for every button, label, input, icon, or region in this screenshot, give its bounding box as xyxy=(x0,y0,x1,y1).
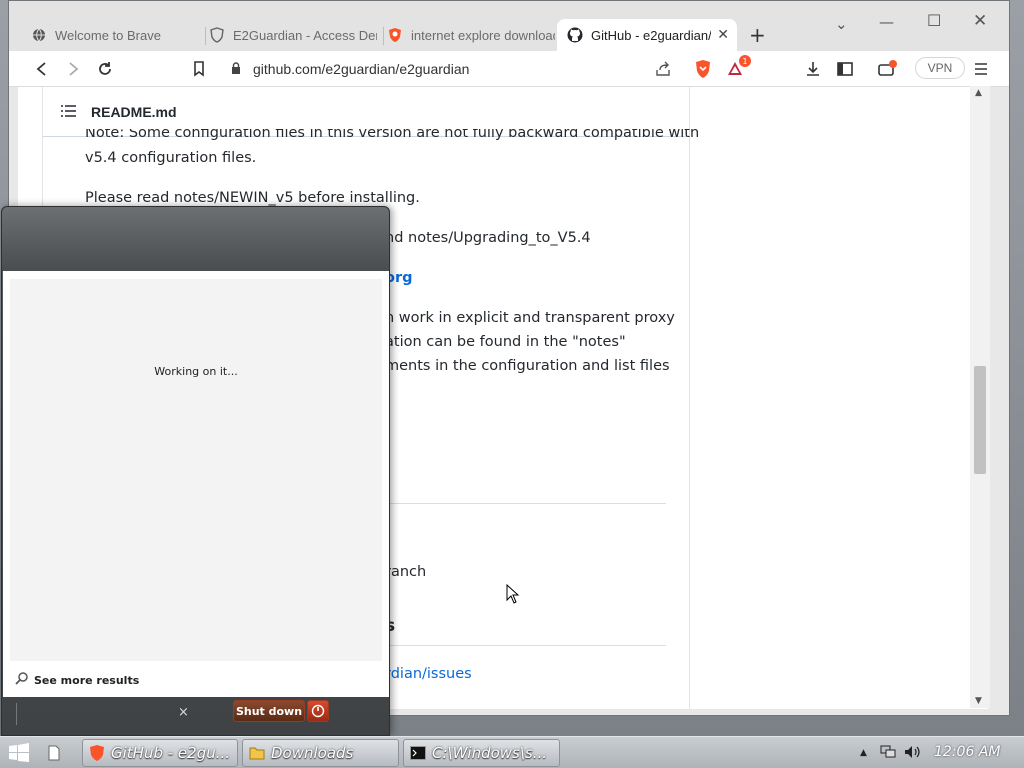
maximize-button[interactable]: ☐ xyxy=(927,11,941,30)
clear-search-button[interactable]: × xyxy=(178,705,189,720)
start-button-windows-icon[interactable] xyxy=(8,743,30,763)
folder-icon xyxy=(249,745,265,761)
readme-paragraph: v5.4 configuration files. xyxy=(85,150,257,166)
forward-button[interactable] xyxy=(63,59,83,79)
sidebar-icon[interactable] xyxy=(835,59,855,79)
downloads-icon[interactable] xyxy=(803,59,823,79)
brave-rewards-icon[interactable]: 1 xyxy=(727,55,751,79)
tab-search-chevron-icon[interactable]: ⌄ xyxy=(835,15,848,33)
tab-internet-explore[interactable]: internet explore download xyxy=(377,19,555,51)
search-status-text: Working on it... xyxy=(154,365,238,378)
globe-icon xyxy=(31,27,47,43)
readme-title: README.md xyxy=(91,103,177,120)
mouse-cursor-icon xyxy=(506,584,520,604)
address-bar[interactable]: github.com/e2guardian/e2guardian xyxy=(221,55,683,83)
readme-paragraph: ation can be found in the "notes" xyxy=(385,334,626,350)
tab-welcome[interactable]: Welcome to Brave xyxy=(21,19,201,51)
reload-button[interactable] xyxy=(95,59,115,79)
bookmark-button[interactable] xyxy=(189,59,209,79)
taskbar-item-github[interactable]: GitHub - e2gu... xyxy=(82,739,238,767)
rewards-badge: 1 xyxy=(739,55,751,67)
taskbar: GitHub - e2gu... Downloads C:\Windows\s.… xyxy=(0,736,1024,768)
tab-label: GitHub - e2guardian/e2guardian xyxy=(591,27,711,43)
system-clock[interactable]: 12:06 AM xyxy=(934,744,1000,760)
github-icon xyxy=(567,27,583,43)
shutdown-button[interactable]: Shut down xyxy=(233,700,305,722)
readme-paragraph: ments in the configuration and list file… xyxy=(385,358,670,374)
show-desktop-icon[interactable] xyxy=(48,739,60,767)
power-options-icon[interactable] xyxy=(307,700,329,722)
start-search-row: × Shut down xyxy=(2,697,389,737)
taskbar-item-cmd[interactable]: C:\Windows\s... xyxy=(403,739,560,767)
scrollbar-thumb[interactable] xyxy=(974,366,986,474)
vpn-button[interactable]: VPN xyxy=(915,57,965,79)
taskbar-item-label: GitHub - e2gu... xyxy=(111,744,231,762)
show-hidden-icons-arrow[interactable]: ▲ xyxy=(860,748,867,758)
results-area: Working on it... xyxy=(10,279,382,661)
start-menu: Working on it... See more results × Shut… xyxy=(1,206,390,736)
see-more-label: See more results xyxy=(34,673,140,687)
start-menu-header xyxy=(2,207,389,271)
taskbar-item-label: Downloads xyxy=(271,744,354,762)
network-icon[interactable] xyxy=(880,745,896,763)
volume-icon[interactable] xyxy=(904,745,922,763)
readme-paragraph: ranch xyxy=(385,564,427,580)
wallet-icon[interactable] xyxy=(877,59,897,79)
back-button[interactable] xyxy=(31,59,51,79)
start-search-input[interactable] xyxy=(16,703,198,725)
readme-paragraph: nd notes/Upgrading_to_V5.4 xyxy=(385,230,591,246)
brave-icon xyxy=(89,745,105,761)
tab-github-active[interactable]: GitHub - e2guardian/e2guardian ✕ xyxy=(557,19,737,51)
brave-search-icon xyxy=(387,27,403,43)
tab-label: Welcome to Brave xyxy=(55,27,161,43)
readme-link[interactable]: rdian/issues xyxy=(385,662,472,686)
list-outline-icon[interactable] xyxy=(61,102,77,121)
close-tab-icon[interactable]: ✕ xyxy=(717,26,729,43)
scroll-down-arrow-icon[interactable]: ▼ xyxy=(975,696,982,706)
shield-icon xyxy=(209,27,225,43)
page-scrollbar[interactable]: ▲ ▼ xyxy=(970,86,990,708)
readme-paragraph: n work in explicit and transparent proxy xyxy=(385,310,675,326)
url-text: github.com/e2guardian/e2guardian xyxy=(253,61,470,77)
see-more-results-link[interactable]: See more results xyxy=(15,671,139,689)
browser-toolbar: github.com/e2guardian/e2guardian 1 VPN xyxy=(9,51,1009,87)
taskbar-item-label: C:\Windows\s... xyxy=(432,744,548,762)
brave-shields-icon[interactable] xyxy=(693,59,713,79)
lock-icon xyxy=(231,61,245,77)
share-icon[interactable] xyxy=(653,59,673,79)
taskbar-item-downloads[interactable]: Downloads xyxy=(242,739,399,767)
magnifier-icon xyxy=(15,671,29,689)
tab-label: internet explore download xyxy=(411,27,555,43)
new-tab-button[interactable]: + xyxy=(749,23,766,47)
tab-e2guardian-denied[interactable]: E2Guardian - Access Denied xyxy=(199,19,377,51)
scroll-up-arrow-icon[interactable]: ▲ xyxy=(975,88,982,98)
cmd-icon xyxy=(410,745,426,761)
close-window-button[interactable]: ✕ xyxy=(973,11,987,31)
tab-label: E2Guardian - Access Denied xyxy=(233,27,377,43)
menu-icon[interactable] xyxy=(971,59,991,79)
search-results-pane: Working on it... See more results xyxy=(3,271,389,697)
minimize-button[interactable]: — xyxy=(879,13,894,31)
tab-strip: Welcome to Brave E2Guardian - Access Den… xyxy=(9,1,1009,51)
